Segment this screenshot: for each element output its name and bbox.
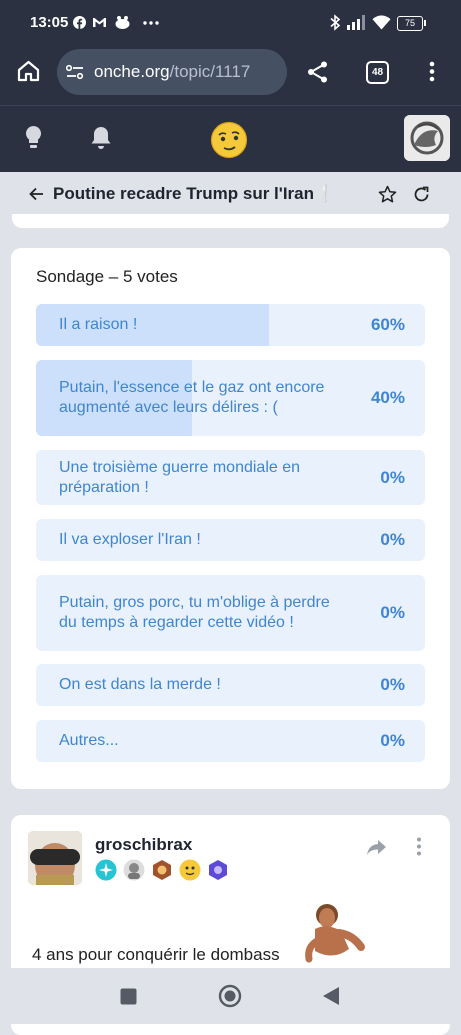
post-body-text: 4 ans pour conquérir le dombass <box>32 945 280 964</box>
sticker-image <box>305 904 365 963</box>
tab-switcher-button[interactable]: 48 <box>366 61 389 84</box>
previous-post-card-bottom <box>12 214 449 228</box>
bell-icon[interactable] <box>90 125 112 150</box>
poll-option[interactable]: Il va exploser l'Iran ! 0% <box>36 519 425 561</box>
poll-option[interactable]: Autres... 0% <box>36 720 425 762</box>
poll-option-percent: 0% <box>380 530 405 549</box>
poll-option-label: Putain, l'essence et le gaz ont encore a… <box>59 379 325 416</box>
poll-option[interactable]: Une troisième guerre mondiale en prépara… <box>36 450 425 505</box>
app-icon <box>115 16 130 29</box>
url-bar[interactable]: onche.org/topic/1117 <box>57 49 287 95</box>
poll-option[interactable]: On est dans la merde ! 0% <box>36 664 425 706</box>
poll-option-percent: 0% <box>380 731 405 750</box>
share-arrow-icon[interactable] <box>366 839 387 856</box>
poll-option-label: Il va exploser l'Iran ! <box>59 531 201 548</box>
refresh-icon[interactable] <box>413 186 430 203</box>
topic-title-bar: Poutine recadre Trump sur l'Iran❕ <box>0 172 461 218</box>
site-settings-icon[interactable] <box>66 64 84 80</box>
recents-square-icon[interactable] <box>120 988 137 1005</box>
poll-title: Sondage – 5 votes <box>36 267 178 286</box>
poll-option[interactable]: Putain, l'essence et le gaz ont encore a… <box>36 360 425 436</box>
star-icon[interactable] <box>378 185 397 204</box>
url-path: /topic/1117 <box>169 62 251 81</box>
home-circle-icon[interactable] <box>218 984 242 1008</box>
poll-option-label: Il a raison ! <box>59 316 138 333</box>
topic-title: Poutine recadre Trump sur l'Iran❕ <box>53 184 336 203</box>
poll-card: Sondage – 5 votes Il a raison ! 60% Puta… <box>11 248 450 789</box>
lightbulb-icon[interactable] <box>24 125 43 150</box>
badge-sparkle-icon <box>95 859 117 881</box>
home-icon[interactable] <box>17 60 40 82</box>
share-icon[interactable] <box>306 60 330 84</box>
site-header <box>0 105 461 173</box>
back-arrow-icon[interactable] <box>29 187 44 201</box>
poll-option-percent: 60% <box>370 315 405 334</box>
poll-option[interactable]: Il a raison ! 60% <box>36 304 425 346</box>
site-logo-smiley-icon[interactable] <box>210 121 248 159</box>
badge-planet-icon <box>209 860 227 880</box>
poll-option-percent: 40% <box>370 388 405 407</box>
post-menu-icon[interactable] <box>416 837 422 856</box>
url-text[interactable]: onche.org/topic/1117 <box>94 62 250 82</box>
poll-option-label: Putain, gros porc, tu m'oblige à perdre … <box>59 594 330 631</box>
dragon-avatar-image <box>404 115 450 161</box>
battery-icon: 75 <box>397 16 426 31</box>
poll-option-label: Une troisième guerre mondiale en prépara… <box>59 458 301 496</box>
badge-character-icon <box>123 859 145 881</box>
poll-option[interactable]: Putain, gros porc, tu m'oblige à perdre … <box>36 575 425 651</box>
wifi-icon <box>372 15 391 30</box>
signal-icon <box>347 15 365 30</box>
user-avatar[interactable] <box>404 115 450 161</box>
back-triangle-icon[interactable] <box>322 986 340 1006</box>
bluetooth-icon <box>330 14 341 31</box>
status-time: 13:05 <box>30 14 69 31</box>
browser-toolbar: onche.org/topic/1117 48 <box>0 48 461 105</box>
poll-option-percent: 0% <box>380 467 405 487</box>
author-avatar-image <box>28 831 82 885</box>
facebook-icon <box>73 16 86 29</box>
gmail-icon <box>93 18 106 27</box>
post-author-avatar[interactable] <box>28 831 82 885</box>
post-username[interactable]: groschibrax <box>95 835 192 855</box>
browser-menu-icon[interactable] <box>429 61 435 82</box>
badge-smiley-icon <box>179 859 201 881</box>
url-host: onche.org <box>94 62 170 81</box>
poll-option-percent: 0% <box>380 675 405 694</box>
poll-option-label: On est dans la merde ! <box>59 676 221 693</box>
status-bar: 13:05 75 <box>0 0 461 48</box>
poll-option-label: Autres... <box>59 732 119 749</box>
badge-hexagon-icon <box>153 860 171 880</box>
poll-option-percent: 0% <box>380 603 405 622</box>
android-nav-bar <box>0 968 461 1024</box>
more-icon <box>143 21 159 25</box>
